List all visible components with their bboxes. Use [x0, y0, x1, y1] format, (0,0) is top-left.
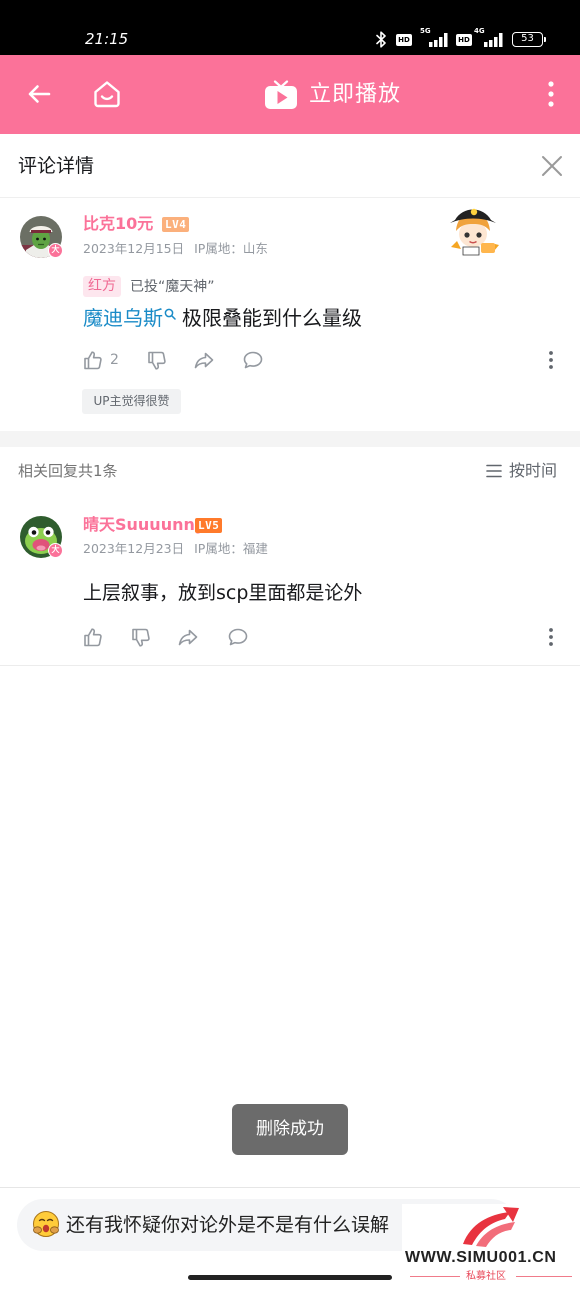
watermark-name: 私募社区 — [466, 1271, 506, 1282]
emoji-face-icon[interactable] — [31, 1209, 61, 1239]
comment-bubble-icon[interactable] — [241, 348, 265, 372]
status-bar: 21:15 HD 5G HD 4G 53 — [0, 0, 580, 55]
vote-text: 已投“魔天神” — [130, 279, 215, 295]
share-icon[interactable] — [192, 348, 216, 372]
replies-header: 相关回复共1条 按时间 — [0, 447, 580, 496]
username[interactable]: 晴天Suuuunny — [83, 515, 205, 535]
home-indicator[interactable] — [188, 1275, 392, 1280]
comment-text: 魔迪乌斯 极限叠能到什么量级 — [83, 305, 362, 331]
panel-title: 评论详情 — [18, 155, 95, 177]
sort-by-time-button[interactable]: 按时间 — [509, 460, 557, 482]
watermark-url: WWW.SIMU001.CN — [405, 1249, 557, 1266]
watermark-rule — [410, 1276, 460, 1277]
sort-list-icon[interactable] — [486, 464, 502, 478]
thumbs-up-icon[interactable] — [81, 625, 105, 649]
section-divider — [0, 431, 580, 447]
thumbs-up-icon[interactable] — [81, 348, 105, 372]
level-badge: LV4 — [162, 217, 190, 232]
reply-body: 上层叙事，放到scp里面都是论外 — [83, 582, 363, 604]
status-time: 21:15 — [85, 30, 129, 48]
tv-play-icon[interactable] — [264, 80, 298, 110]
watermark: WWW.SIMU001.CN 私募社区 — [402, 1204, 580, 1289]
signal-icon — [426, 33, 450, 47]
home-icon[interactable] — [92, 79, 122, 109]
comment-date: 2023年12月15日 — [83, 241, 185, 256]
main-comment: 大 比克10元 LV4 2023年12月15日 IP属地：山东 红方 已投“魔天神… — [0, 198, 580, 431]
battery-tip — [544, 37, 546, 42]
thumbs-down-icon[interactable] — [129, 626, 153, 650]
play-now-button[interactable]: 立即播放 — [309, 82, 401, 108]
arrow-left-icon[interactable] — [25, 80, 53, 108]
battery-level: 53 — [521, 33, 534, 44]
like-count: 2 — [110, 352, 119, 368]
ip-location: IP属地：山东 — [194, 241, 268, 256]
keyword-link[interactable]: 魔迪乌斯 — [83, 305, 163, 331]
username[interactable]: 比克10元 — [83, 214, 153, 234]
reply-date: 2023年12月23日 — [83, 541, 185, 556]
battery-icon: 53 — [512, 32, 543, 47]
search-icon[interactable] — [164, 308, 176, 320]
decoration-sticker — [443, 203, 503, 258]
comment-meta: 2023年12月15日 IP属地：山东 — [83, 241, 268, 257]
more-vertical-icon[interactable] — [546, 349, 556, 371]
reply-count-label: 相关回复共1条 — [18, 462, 118, 480]
hd-badge: HD — [456, 34, 472, 46]
ip-location: IP属地：福建 — [194, 541, 268, 556]
reply-meta: 2023年12月23日 IP属地：福建 — [83, 541, 268, 557]
vip-badge: 大 — [48, 543, 63, 558]
vote-side-tag: 红方 — [83, 276, 121, 297]
signal-icon — [481, 33, 505, 47]
up-liked-tag: UP主觉得很赞 — [82, 389, 181, 414]
thumbs-down-icon[interactable] — [145, 349, 169, 373]
comment-body: 极限叠能到什么量级 — [182, 306, 362, 330]
more-vertical-icon[interactable] — [545, 81, 557, 107]
watermark-rule — [516, 1276, 572, 1277]
bluetooth-icon — [375, 30, 387, 49]
comment-bubble-icon[interactable] — [226, 625, 250, 649]
level-badge: LV5 — [195, 518, 223, 533]
watermark-logo — [458, 1206, 522, 1248]
vip-badge: 大 — [48, 243, 63, 258]
hd-badge: HD — [396, 34, 412, 46]
comment-input-value[interactable]: 还有我怀疑你对论外是不是有什么误解 — [66, 1213, 389, 1237]
more-vertical-icon[interactable] — [546, 626, 556, 648]
top-bar: 立即播放 — [0, 55, 580, 134]
reply-item: 大 晴天Suuuunny LV5 2023年12月23日 IP属地：福建 上层叙事… — [0, 496, 580, 666]
toast-message: 删除成功 — [232, 1104, 348, 1155]
comment-detail-header: 评论详情 — [0, 134, 580, 198]
close-icon[interactable] — [541, 155, 563, 177]
share-icon[interactable] — [176, 625, 200, 649]
